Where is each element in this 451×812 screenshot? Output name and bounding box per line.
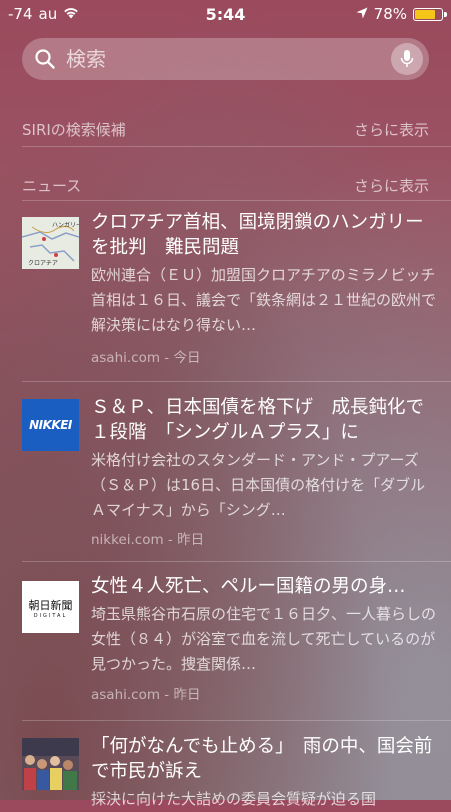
news-section-header: ニュース さらに表示 (22, 175, 429, 199)
news-item[interactable]: NIKKEI Ｓ＆Ｐ、日本国債を格下げ 成長鈍化で１段階 「シングルＡプラス」に… (0, 381, 451, 561)
battery-fill (415, 9, 435, 19)
search-input[interactable] (64, 46, 391, 72)
news-item[interactable]: ハンガリー クロアチア クロアチア首相、国境閉鎖のハンガリーを批判 難民問題 欧… (0, 200, 451, 381)
news-item[interactable]: 朝日新聞 DIGITAL 女性４人死亡、ペルー国籍の男の身… 埼玉県熊谷市石原の… (0, 561, 451, 720)
microphone-button[interactable] (391, 43, 423, 75)
asahi-logo-text: 朝日新聞 (28, 599, 73, 612)
news-section-title: ニュース (22, 177, 82, 195)
status-bar: -74 au 5:44 78% (0, 0, 451, 30)
news-snippet: 欧州連合（ＥＵ）加盟国クロアチアのミラノビッチ首相は１６日、議会で「鉄条網は２１… (91, 266, 437, 334)
location-arrow-icon (356, 5, 368, 23)
battery-icon (413, 7, 447, 21)
microphone-icon (400, 50, 414, 67)
asahi-logo-subtext: DIGITAL (33, 613, 68, 619)
news-title: 「何がなんでも止める」 雨の中、国会前で市民が訴え (91, 736, 433, 782)
map-thumbnail: ハンガリー クロアチア (22, 217, 79, 269)
asahi-logo: 朝日新聞 DIGITAL (22, 581, 79, 633)
search-bar[interactable] (22, 38, 429, 80)
news-source: asahi.com - 昨日 (91, 687, 201, 703)
news-snippet: 埼玉県熊谷市石原の住宅で１６日夕、一人暮らしの女性（８４）が浴室で血を流して死亡… (91, 605, 437, 673)
nikkei-logo: NIKKEI (22, 399, 79, 451)
map-label-croatia: クロアチア (28, 260, 58, 267)
divider (22, 146, 451, 147)
nikkei-logo-text: NIKKEI (29, 418, 72, 432)
news-source: asahi.com - 今日 (91, 350, 201, 366)
news-show-more-link[interactable]: さらに表示 (354, 175, 429, 196)
news-item[interactable]: 「何がなんでも止める」 雨の中、国会前で市民が訴え 採決に向けた大詰めの委員会質… (0, 720, 451, 808)
siri-section-title: SIRIの検索候補 (22, 121, 126, 139)
battery-percent: 78% (373, 5, 407, 23)
news-source: nikkei.com - 昨日 (91, 532, 205, 548)
siri-suggestions-header: SIRIの検索候補 さらに表示 (22, 119, 429, 143)
search-icon (35, 49, 55, 69)
news-snippet: 米格付け会社のスタンダード・アンド・プアーズ（Ｓ＆Ｐ）は16日、日本国債の格付け… (91, 451, 426, 519)
news-title: 女性４人死亡、ペルー国籍の男の身… (91, 576, 406, 597)
status-right: 78% (356, 5, 447, 23)
protest-photo (22, 738, 79, 790)
news-title: Ｓ＆Ｐ、日本国債を格下げ 成長鈍化で１段階 「シングルＡプラス」に (91, 397, 425, 443)
news-title: クロアチア首相、国境閉鎖のハンガリーを批判 難民問題 (91, 212, 424, 258)
map-label-hungary: ハンガリー (52, 221, 79, 229)
siri-show-more-link[interactable]: さらに表示 (354, 119, 429, 140)
